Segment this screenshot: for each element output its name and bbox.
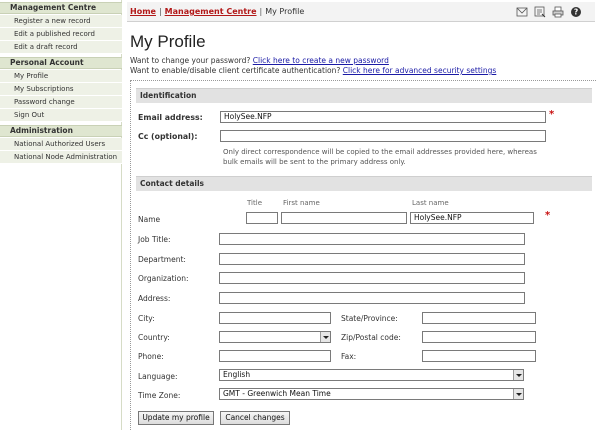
required-marker: * bbox=[545, 210, 551, 221]
sidebar-item-edit-published-record[interactable]: Edit a published record bbox=[0, 28, 122, 41]
name-title-field[interactable] bbox=[246, 212, 278, 224]
fax-label: Fax: bbox=[341, 352, 357, 361]
sidebar-item-password-change[interactable]: Password change bbox=[0, 96, 122, 109]
phone-label: Phone: bbox=[138, 352, 164, 361]
department-field[interactable] bbox=[219, 253, 525, 265]
chevron-down-icon bbox=[513, 370, 523, 380]
fax-field[interactable] bbox=[422, 350, 536, 362]
phone-field[interactable] bbox=[219, 350, 331, 362]
address-label: Address: bbox=[138, 294, 171, 303]
cc-label: Cc (optional): bbox=[138, 132, 198, 141]
state-label: State/Province: bbox=[341, 314, 398, 323]
language-value: English bbox=[223, 370, 251, 379]
sidebar-item-my-subscriptions[interactable]: My Subscriptions bbox=[0, 83, 122, 96]
organization-label: Organization: bbox=[138, 274, 189, 283]
top-bar: Home | Management Centre | My Profile ? bbox=[127, 2, 595, 22]
page-title: My Profile bbox=[130, 32, 206, 51]
job-title-label: Job Title: bbox=[138, 235, 171, 244]
identification-heading: Identification bbox=[136, 88, 592, 103]
country-select[interactable] bbox=[219, 331, 331, 343]
create-new-password-link[interactable]: Click here to create a new password bbox=[253, 56, 389, 65]
cc-note-line-1: Only direct correspondence will be copie… bbox=[223, 148, 537, 156]
address-field[interactable] bbox=[219, 292, 525, 304]
zip-label: Zip/Postal code: bbox=[341, 333, 401, 342]
first-name-column-label: First name bbox=[283, 199, 320, 207]
cancel-changes-button[interactable]: Cancel changes bbox=[220, 411, 290, 425]
language-label: Language: bbox=[138, 372, 178, 381]
department-label: Department: bbox=[138, 255, 186, 264]
sidebar-item-national-node-administration[interactable]: National Node Administration bbox=[0, 151, 122, 164]
advanced-security-settings-link[interactable]: Click here for advanced security setting… bbox=[343, 66, 497, 75]
breadcrumb-separator: | bbox=[259, 7, 263, 16]
sidebar-item-register-new-record[interactable]: Register a new record bbox=[0, 15, 122, 28]
breadcrumb-home-link[interactable]: Home bbox=[130, 7, 156, 16]
last-name-field[interactable]: HolySee.NFP bbox=[410, 212, 534, 224]
language-select[interactable]: English bbox=[219, 369, 524, 381]
password-info-line: Want to change your password? Click here… bbox=[130, 56, 389, 65]
chevron-down-icon bbox=[513, 389, 523, 399]
organization-field[interactable] bbox=[219, 272, 525, 284]
city-label: City: bbox=[138, 314, 155, 323]
email-icon[interactable] bbox=[516, 6, 528, 18]
city-field[interactable] bbox=[219, 312, 331, 324]
feedback-icon[interactable] bbox=[534, 6, 546, 18]
email-label: Email address: bbox=[138, 113, 203, 122]
required-marker: * bbox=[549, 109, 555, 120]
contact-details-heading: Contact details bbox=[136, 176, 592, 191]
email-field[interactable]: HolySee.NFP bbox=[220, 111, 546, 123]
certificate-info-line: Want to enable/disable client certificat… bbox=[130, 66, 496, 75]
sidebar-heading-personal-account: Personal Account bbox=[0, 57, 122, 69]
breadcrumb-management-centre-link[interactable]: Management Centre bbox=[165, 7, 257, 16]
chevron-down-icon bbox=[320, 332, 330, 342]
update-profile-button[interactable]: Update my profile bbox=[138, 411, 214, 425]
zip-field[interactable] bbox=[422, 331, 536, 343]
job-title-field[interactable] bbox=[219, 233, 525, 245]
cc-note-line-2: bulk emails will be sent to the primary … bbox=[223, 158, 406, 166]
country-label: Country: bbox=[138, 333, 170, 342]
sidebar-item-national-authorized-users[interactable]: National Authorized Users bbox=[0, 138, 122, 151]
svg-text:?: ? bbox=[574, 8, 578, 17]
sidebar-heading-administration: Administration bbox=[0, 125, 122, 137]
sidebar: Management Centre Register a new record … bbox=[0, 0, 122, 430]
title-column-label: Title bbox=[247, 199, 263, 207]
timezone-select[interactable]: GMT - Greenwich Mean Time bbox=[219, 388, 524, 400]
sidebar-heading-management-centre: Management Centre bbox=[0, 2, 122, 14]
help-icon[interactable]: ? bbox=[570, 6, 582, 18]
name-label: Name bbox=[138, 215, 161, 224]
certificate-prompt-text: Want to enable/disable client certificat… bbox=[130, 66, 341, 75]
sidebar-item-sign-out[interactable]: Sign Out bbox=[0, 109, 122, 122]
breadcrumb-current: My Profile bbox=[265, 7, 305, 16]
cc-field[interactable] bbox=[220, 130, 546, 142]
first-name-field[interactable] bbox=[281, 212, 407, 224]
sidebar-item-edit-draft-record[interactable]: Edit a draft record bbox=[0, 41, 122, 54]
state-field[interactable] bbox=[422, 312, 536, 324]
breadcrumb: Home | Management Centre | My Profile bbox=[130, 7, 304, 16]
breadcrumb-separator: | bbox=[158, 7, 162, 16]
timezone-value: GMT - Greenwich Mean Time bbox=[223, 389, 331, 398]
timezone-label: Time Zone: bbox=[138, 391, 181, 400]
sidebar-item-my-profile[interactable]: My Profile bbox=[0, 70, 122, 83]
last-name-column-label: Last name bbox=[412, 199, 449, 207]
password-prompt-text: Want to change your password? bbox=[130, 56, 251, 65]
print-icon[interactable] bbox=[552, 6, 564, 18]
